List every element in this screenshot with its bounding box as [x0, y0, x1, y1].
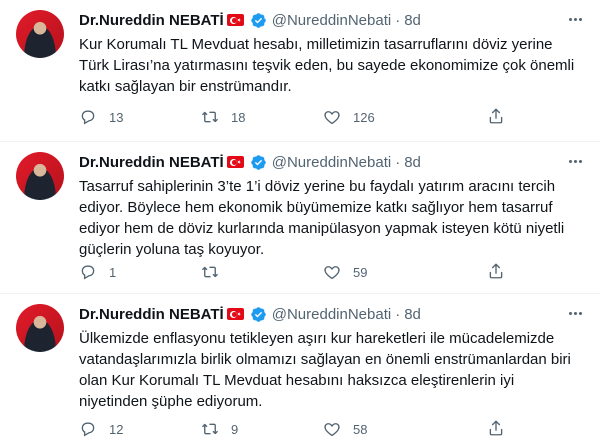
share-button[interactable]: [487, 419, 505, 437]
tweet-timestamp[interactable]: 8d: [404, 306, 421, 323]
reply-count: 12: [109, 421, 124, 437]
retweet-count: 9: [231, 421, 239, 437]
reply-button[interactable]: 12: [79, 419, 201, 439]
retweet-button[interactable]: 9: [201, 419, 323, 439]
tweet-header: Dr.Nureddin NEBATİ @NureddinNebati · 8d: [79, 304, 421, 324]
profile-avatar[interactable]: [16, 304, 64, 352]
retweet-button[interactable]: [201, 262, 323, 282]
tweet-text: Ülkemizde enflasyonu tetikleyen aşırı ku…: [79, 330, 571, 410]
retweet-icon: [202, 111, 218, 123]
tweet-actions: 12 9 58: [79, 419, 584, 439]
tweet-text: Tasarruf sahiplerinin 3’te 1’i döviz yer…: [79, 178, 565, 258]
profile-avatar[interactable]: [16, 10, 64, 58]
tweet-2[interactable]: Dr.Nureddin NEBATİ @NureddinNebati · 8d …: [0, 142, 600, 294]
turkish-flag-icon: [226, 308, 244, 320]
more-options-icon[interactable]: [564, 152, 586, 170]
more-options-icon[interactable]: [564, 10, 586, 28]
more-options-icon[interactable]: [564, 304, 586, 322]
tweet-actions: 13 18 126: [79, 107, 584, 127]
like-icon: [324, 266, 340, 280]
verified-badge-icon: [250, 154, 266, 170]
reply-button[interactable]: 1: [79, 262, 201, 282]
tweet-1[interactable]: Dr.Nureddin NEBATİ @NureddinNebati · 8d …: [0, 0, 600, 142]
profile-avatar[interactable]: [16, 152, 64, 200]
tweet-header: Dr.Nureddin NEBATİ @NureddinNebati · 8d: [79, 152, 421, 172]
like-count: 59: [353, 264, 368, 280]
share-button[interactable]: [487, 262, 505, 280]
like-icon: [324, 423, 340, 437]
share-icon: [489, 420, 503, 436]
tweet-timestamp[interactable]: 8d: [404, 154, 421, 171]
turkish-flag-icon: [226, 14, 244, 26]
reply-button[interactable]: 13: [79, 107, 201, 127]
author-name[interactable]: Dr.Nureddin NEBATİ: [79, 154, 224, 171]
tweet-timestamp[interactable]: 8d: [404, 12, 421, 29]
retweet-button[interactable]: 18: [201, 107, 323, 127]
like-button[interactable]: 58: [323, 419, 445, 439]
author-name[interactable]: Dr.Nureddin NEBATİ: [79, 306, 224, 323]
tweet-actions: 1 59: [79, 262, 584, 282]
separator-dot: ·: [395, 153, 401, 171]
tweet-text: Kur Korumalı TL Mevduat hesabı, milletim…: [79, 36, 575, 95]
author-handle[interactable]: @NureddinNebati: [272, 12, 391, 29]
reply-icon: [81, 110, 95, 125]
like-button[interactable]: 126: [323, 107, 445, 127]
verified-badge-icon: [250, 306, 266, 322]
retweet-icon: [202, 423, 218, 435]
separator-dot: ·: [395, 305, 401, 323]
retweet-count: 18: [231, 109, 246, 125]
like-button[interactable]: 59: [323, 262, 445, 282]
share-icon: [489, 263, 503, 279]
reply-icon: [81, 265, 95, 280]
verified-badge-icon: [250, 12, 266, 28]
separator-dot: ·: [395, 11, 401, 29]
share-button[interactable]: [487, 107, 505, 125]
turkish-flag-icon: [226, 156, 244, 168]
reply-count: 1: [109, 264, 117, 280]
reply-count: 13: [109, 109, 124, 125]
tweet-header: Dr.Nureddin NEBATİ @NureddinNebati · 8d: [79, 10, 421, 30]
author-name[interactable]: Dr.Nureddin NEBATİ: [79, 12, 224, 29]
like-count: 126: [353, 109, 375, 125]
tweet-3[interactable]: Dr.Nureddin NEBATİ @NureddinNebati · 8d …: [0, 294, 600, 443]
reply-icon: [81, 422, 95, 437]
author-handle[interactable]: @NureddinNebati: [272, 154, 391, 171]
share-icon: [489, 108, 503, 124]
retweet-icon: [202, 266, 218, 278]
like-icon: [324, 111, 340, 125]
author-handle[interactable]: @NureddinNebati: [272, 306, 391, 323]
like-count: 58: [353, 421, 368, 437]
